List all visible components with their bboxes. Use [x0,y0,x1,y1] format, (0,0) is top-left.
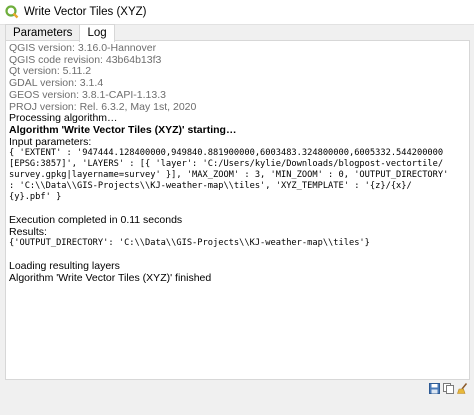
log-geos-version: GEOS version: 3.8.1-CAPI-1.13.3 [9,88,166,101]
qgis-logo-icon [5,5,19,19]
log-results-value: {'OUTPUT_DIRECTORY': 'C:\\Data\\GIS-Proj… [9,238,370,249]
copy-log-icon[interactable] [443,383,454,394]
log-params-line-3: survey.gpkg|layername=survey' }], 'MAX_Z… [9,170,449,181]
clear-log-icon[interactable] [457,383,468,394]
tab-parameters[interactable]: Parameters [5,24,81,41]
log-params-line-2: [EPSG:3857]', 'LAYERS' : [{ 'layer': 'C:… [9,159,444,170]
window-titlebar: Write Vector Tiles (XYZ) [0,0,474,25]
tab-log[interactable]: Log [79,24,115,42]
tab-bar: Parameters Log [5,24,115,42]
log-params-line-5: {y}.pbf' } [9,192,62,203]
log-panel[interactable]: QGIS version: 3.16.0-Hannover QGIS code … [5,40,470,380]
log-finished: Algorithm 'Write Vector Tiles (XYZ)' fin… [9,271,212,284]
log-params-line-4: : 'C:\\Data\\GIS-Projects\\KJ-weather-ma… [9,181,412,192]
log-input-params-label: Input parameters: [9,135,92,148]
window-title: Write Vector Tiles (XYZ) [24,6,147,18]
log-params-line-1: { 'EXTENT' : '947444.128400000,949840.88… [9,148,444,159]
log-execution: Execution completed in 0.11 seconds [9,214,183,227]
log-toolbar [429,383,468,394]
log-results-label: Results: [9,225,47,238]
log-algorithm-start: Algorithm 'Write Vector Tiles (XYZ)' sta… [9,123,237,136]
save-log-icon[interactable] [429,383,440,394]
log-qgis-version: QGIS version: 3.16.0-Hannover [9,42,157,54]
